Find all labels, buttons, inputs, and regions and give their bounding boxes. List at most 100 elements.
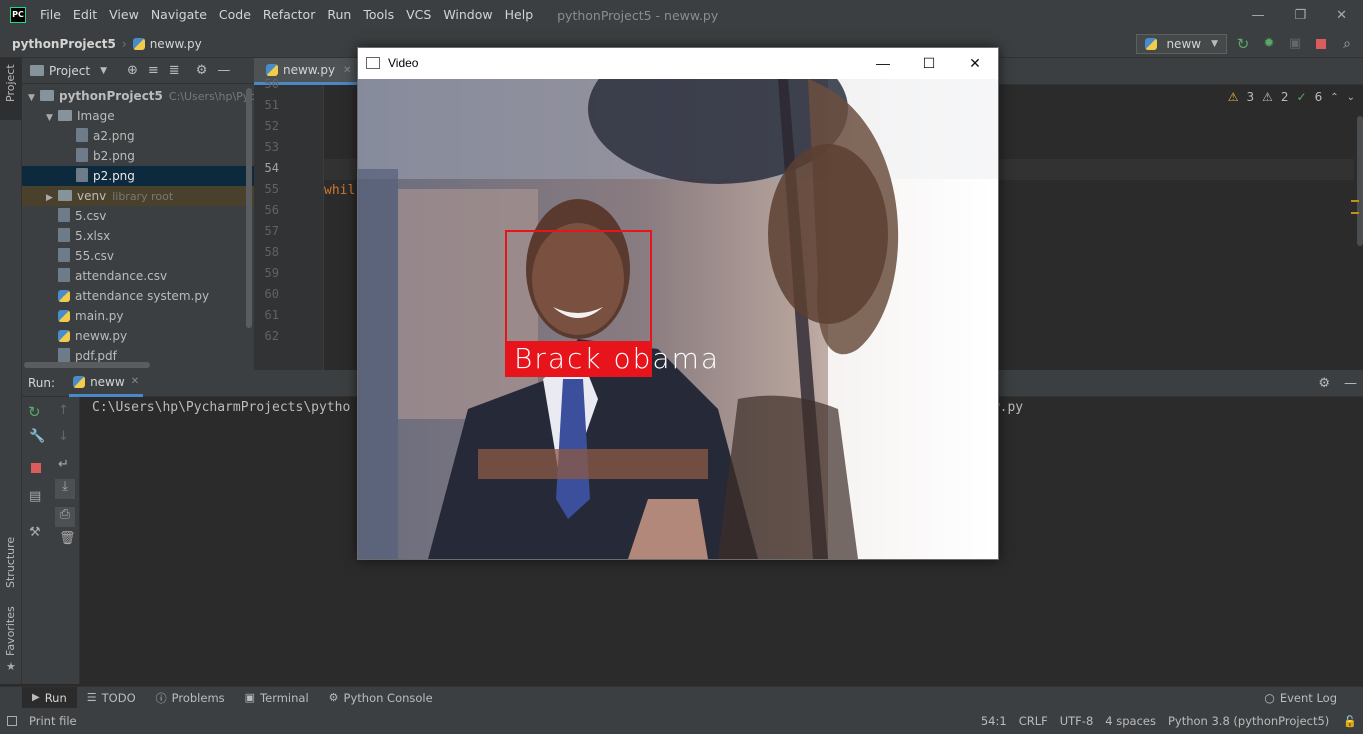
chevron-down-icon[interactable]: ▼ xyxy=(28,88,40,108)
tree-h-scrollbar[interactable] xyxy=(24,362,150,368)
tree-item-label: 55.csv xyxy=(75,249,115,263)
debug-icon[interactable]: ✹ xyxy=(1259,36,1279,51)
down-arrow-icon[interactable]: ↓ xyxy=(58,429,69,444)
search-icon[interactable]: ⌕ xyxy=(1337,36,1357,52)
breadcrumb-file[interactable]: neww.py xyxy=(150,37,202,51)
lock-icon[interactable]: 🔓 xyxy=(1343,715,1357,728)
menu-view[interactable]: View xyxy=(103,0,145,30)
menu-tools[interactable]: Tools xyxy=(357,0,400,30)
tree-scrollbar[interactable] xyxy=(246,88,252,328)
interpreter-selector[interactable]: Python 3.8 (pythonProject5) xyxy=(1162,714,1335,728)
coverage-icon[interactable]: ▣ xyxy=(1285,36,1305,51)
window-title: pythonProject5 - neww.py xyxy=(557,7,719,23)
caret-position[interactable]: 54:1 xyxy=(975,714,1013,728)
menu-refactor[interactable]: Refactor xyxy=(257,0,321,30)
hide-icon[interactable]: — xyxy=(1344,376,1357,391)
gear-icon[interactable]: ⚙ xyxy=(196,63,208,78)
menu-navigate[interactable]: Navigate xyxy=(145,0,213,30)
tree-item[interactable]: attendance system.py xyxy=(22,286,254,306)
tree-item[interactable]: 55.csv xyxy=(22,246,254,266)
close-icon[interactable]: ✕ xyxy=(1336,8,1347,23)
up-arrow-icon[interactable]: ↑ xyxy=(58,403,69,418)
chevron-down-icon[interactable]: ▼ xyxy=(100,66,107,76)
project-panel-title[interactable]: Project xyxy=(49,64,90,78)
inspection-widget[interactable]: ⚠ 3 ⚠ 2 ✓ 6 ⌃ ⌄ xyxy=(1228,90,1355,104)
collapse-all-icon[interactable]: ≣ xyxy=(169,63,180,78)
indent-setting[interactable]: 4 spaces xyxy=(1099,714,1162,728)
file-icon xyxy=(76,148,88,162)
project-tool-button[interactable]: Project xyxy=(4,64,17,102)
wrench-icon[interactable]: 🔧 xyxy=(29,429,45,444)
hide-icon[interactable]: — xyxy=(217,63,230,78)
video-minimize-icon[interactable]: — xyxy=(860,48,906,78)
tree-item-label: 5.xlsx xyxy=(75,229,111,243)
run-tab[interactable]: neww ✕ xyxy=(69,370,144,397)
file-encoding[interactable]: UTF-8 xyxy=(1054,714,1100,728)
tree-item[interactable]: ▼ pythonProject5 C:\Users\hp\Pycha xyxy=(22,86,269,108)
tree-item[interactable]: attendance.csv xyxy=(22,266,254,286)
chevron-down-icon[interactable]: ⌄ xyxy=(1347,92,1355,103)
close-tab-icon[interactable]: ✕ xyxy=(343,65,351,76)
tree-item[interactable]: 5.csv xyxy=(22,206,254,226)
tree-item[interactable]: ▼ Image xyxy=(22,106,254,126)
restore-icon[interactable]: ❐ xyxy=(1294,8,1306,23)
tree-item[interactable]: b2.png xyxy=(22,146,254,166)
stop-icon[interactable] xyxy=(31,463,41,473)
run-tool-button[interactable]: ▶ Run xyxy=(22,686,77,709)
print-icon[interactable]: ⎙ xyxy=(55,507,75,527)
layout-icon[interactable]: ▤ xyxy=(29,489,41,504)
menu-vcs[interactable]: VCS xyxy=(400,0,437,30)
line-number: 51 xyxy=(264,98,279,112)
problems-tool-button[interactable]: ⓘ Problems xyxy=(146,687,235,709)
chevron-up-icon[interactable]: ⌃ xyxy=(1330,92,1338,103)
video-maximize-icon[interactable]: ☐ xyxy=(906,48,952,78)
terminal-tool-button[interactable]: ▣ Terminal xyxy=(235,687,319,709)
breadcrumb-project[interactable]: pythonProject5 xyxy=(12,37,116,51)
console-output[interactable]: C:\Users\hp\PycharmProjects\pytho xyxy=(92,400,350,415)
menu-run[interactable]: Run xyxy=(321,0,357,30)
tree-item[interactable]: ▶ venv library root xyxy=(22,186,254,206)
python-file-icon xyxy=(58,330,70,342)
favorites-tool-button[interactable]: Favorites xyxy=(4,606,17,656)
todo-tool-button[interactable]: ☰ TODO xyxy=(77,687,146,709)
chevron-right-icon[interactable]: ▶ xyxy=(46,188,58,208)
line-number: 58 xyxy=(264,245,279,259)
chevron-down-icon[interactable]: ▼ xyxy=(46,108,58,128)
line-number: 59 xyxy=(264,266,279,280)
expand-all-icon[interactable]: ≡ xyxy=(148,63,159,78)
minimize-icon[interactable]: — xyxy=(1251,8,1264,23)
tree-item[interactable]: neww.py xyxy=(22,326,254,346)
menu-code[interactable]: Code xyxy=(213,0,257,30)
menu-edit[interactable]: Edit xyxy=(67,0,103,30)
rerun-icon[interactable]: ↻ xyxy=(28,403,41,421)
soft-wrap-icon[interactable]: ↵ xyxy=(58,457,69,472)
close-tab-icon[interactable]: ✕ xyxy=(131,376,139,387)
tree-item[interactable]: a2.png xyxy=(22,126,254,146)
video-close-icon[interactable]: ✕ xyxy=(952,48,998,78)
left-tool-stripe: Project Structure Favorites ★ xyxy=(0,58,22,684)
tree-item[interactable]: 5.xlsx xyxy=(22,226,254,246)
editor-scrollbar[interactable] xyxy=(1357,116,1363,246)
menu-window[interactable]: Window xyxy=(437,0,498,30)
menu-help[interactable]: Help xyxy=(499,0,540,30)
video-window: Video — ☐ ✕ Brack obama xyxy=(357,47,999,560)
scroll-to-end-icon[interactable]: ⤓ xyxy=(55,479,75,499)
tree-item-label: b2.png xyxy=(93,149,135,163)
gear-icon[interactable]: ⚙ xyxy=(1318,376,1330,391)
tree-item-label: Image xyxy=(77,109,115,123)
tree-item[interactable]: main.py xyxy=(22,306,254,326)
locate-icon[interactable]: ⊕ xyxy=(127,63,138,78)
code-line-55[interactable]: whil xyxy=(324,180,355,201)
event-log-button[interactable]: ○ Event Log xyxy=(1254,687,1347,709)
tree-item[interactable]: p2.png xyxy=(22,166,254,186)
structure-tool-button[interactable]: Structure xyxy=(4,537,17,588)
python-console-tool-button[interactable]: ⚙ Python Console xyxy=(319,687,443,709)
line-separator[interactable]: CRLF xyxy=(1013,714,1054,728)
trash-icon[interactable]: 🗑 xyxy=(59,531,76,546)
stop-icon[interactable] xyxy=(1316,38,1326,49)
run-label: Run: xyxy=(28,376,56,390)
run-config-dropdown[interactable]: neww ▼ xyxy=(1136,33,1227,54)
menu-file[interactable]: File xyxy=(34,0,67,30)
rerun-icon[interactable]: ↻ xyxy=(1233,35,1253,53)
pin-icon[interactable]: ⚒ xyxy=(29,525,41,540)
